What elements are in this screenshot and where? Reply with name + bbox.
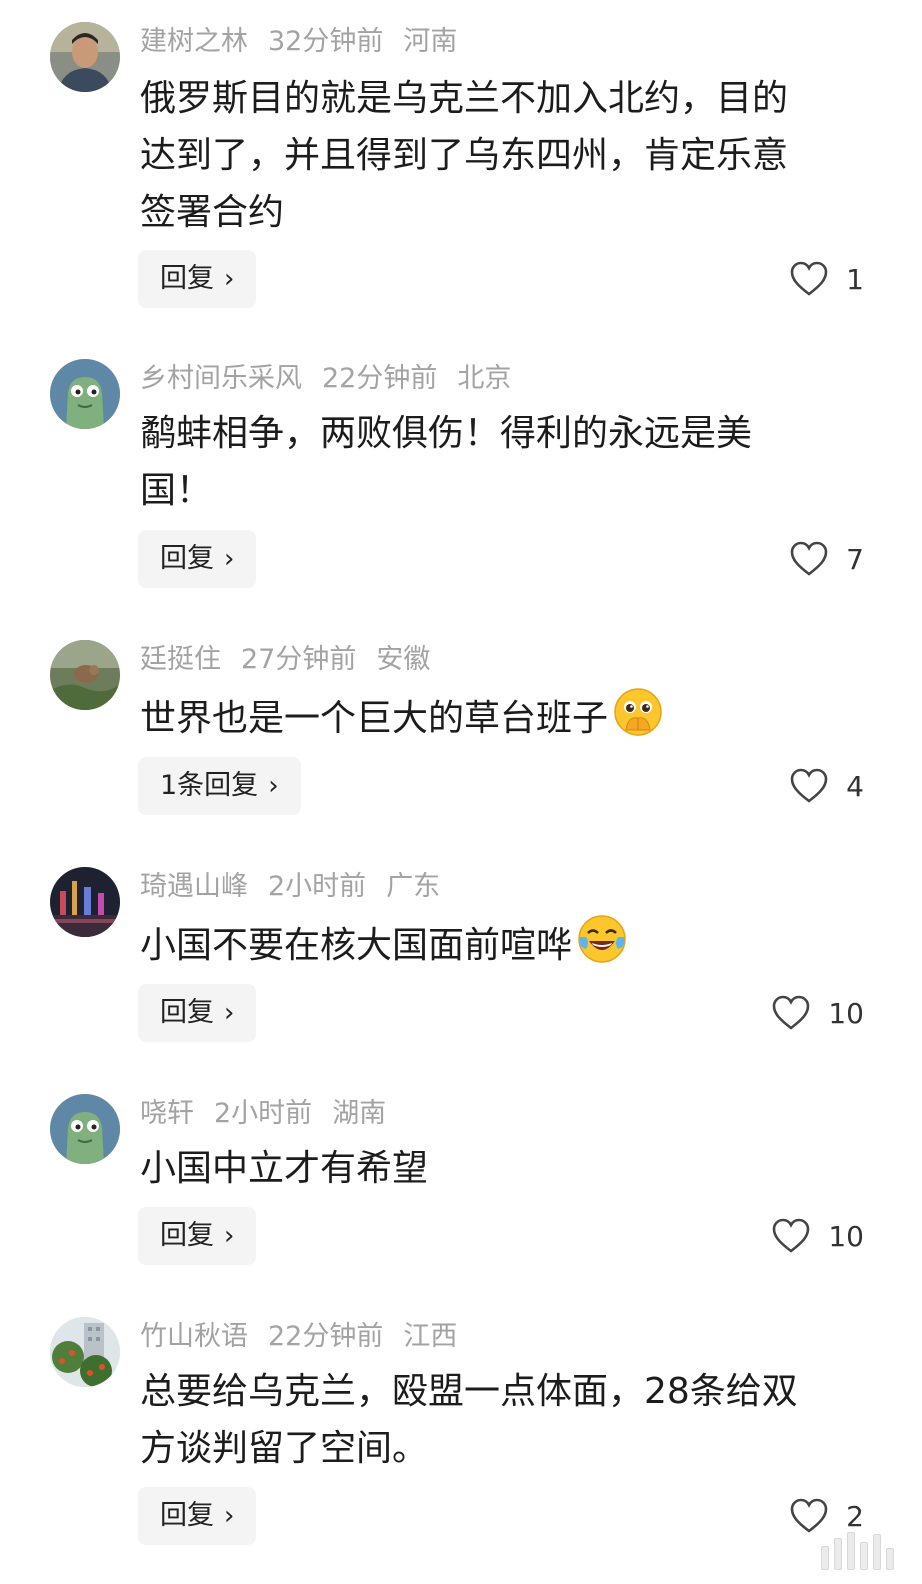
tears-of-joy-emoji-icon: [576, 913, 628, 965]
heart-icon: [790, 541, 828, 576]
like-button[interactable]: 1: [790, 259, 864, 299]
comment-text: 俄罗斯目的就是乌克兰不加入北约，目的 达到了，并且得到了乌东四州，肯定乐意 签署…: [140, 70, 875, 241]
like-button[interactable]: 10: [772, 1216, 864, 1256]
like-button[interactable]: 10: [772, 993, 864, 1033]
comment-line: 达到了，并且得到了乌东四州，肯定乐意: [140, 135, 789, 176]
comment-line: 小国不要在核大国面前喧哗: [140, 925, 573, 966]
like-button[interactable]: 4: [790, 766, 864, 806]
comment-meta: 琦遇山峰 2小时前 广东: [140, 869, 460, 905]
comment-text: 世界也是一个巨大的草台班子: [140, 686, 875, 747]
reply-button[interactable]: 1条回复 ›: [138, 757, 301, 815]
avatar[interactable]: [50, 1317, 120, 1387]
location: 江西: [403, 1321, 458, 1352]
timestamp: 22分钟前: [268, 1321, 384, 1352]
comment-line: 世界也是一个巨大的草台班子: [140, 698, 609, 739]
like-count: 1: [846, 262, 864, 296]
comment-line-wrap: 世界也是一个巨大的草台班子: [140, 686, 875, 747]
timestamp: 22分钟前: [322, 363, 438, 394]
username[interactable]: 建树之林: [140, 26, 248, 57]
comment-line: 总要给乌克兰，殴盟一点体面，28条给双: [140, 1371, 798, 1412]
reply-label: 1条回复: [160, 770, 259, 801]
username[interactable]: 竹山秋语: [140, 1321, 248, 1352]
comment-text: 小国中立才有希望: [140, 1140, 875, 1197]
watermark-logo: [821, 1530, 894, 1570]
like-count: 10: [828, 1219, 864, 1253]
timestamp: 2小时前: [268, 871, 367, 902]
comment-text: 鹬蚌相争，两败俱伤！得利的永远是美 国！: [140, 405, 875, 519]
heart-icon: [773, 995, 810, 1030]
pleading-hands-emoji-icon: [612, 686, 664, 738]
location: 湖南: [332, 1098, 387, 1129]
avatar[interactable]: [50, 359, 120, 429]
location: 河南: [403, 26, 458, 57]
like-count: 10: [828, 996, 864, 1030]
location: 广东: [386, 871, 441, 902]
comment-line: 签署合约: [140, 192, 285, 233]
chevron-right-icon: ›: [224, 264, 235, 294]
like-count: 2: [846, 1499, 864, 1533]
location: 北京: [457, 363, 512, 394]
heart-icon: [790, 768, 828, 803]
comment-text: 小国不要在核大国面前喧哗: [140, 913, 875, 974]
chevron-right-icon: ›: [224, 998, 235, 1028]
username[interactable]: 哓轩: [140, 1098, 194, 1129]
reply-button[interactable]: 回复 ›: [138, 530, 257, 588]
avatar[interactable]: [50, 867, 120, 937]
reply-label: 回复: [160, 1220, 214, 1251]
timestamp: 27分钟前: [241, 644, 357, 675]
reply-button[interactable]: 回复 ›: [138, 250, 257, 308]
comment-line-wrap: 小国不要在核大国面前喧哗: [140, 913, 875, 974]
avatar[interactable]: [50, 1094, 120, 1164]
comment-line: 方谈判留了空间。: [140, 1428, 429, 1469]
reply-label: 回复: [160, 543, 214, 574]
comment-meta: 廷挺住 27分钟前 安徽: [140, 642, 450, 678]
username[interactable]: 乡村间乐采风: [140, 363, 302, 394]
comment-meta: 建树之林 32分钟前 河南: [140, 24, 477, 60]
timestamp: 2小时前: [214, 1098, 313, 1129]
reply-label: 回复: [160, 997, 214, 1028]
comment-line: 国！: [140, 470, 213, 511]
username[interactable]: 廷挺住: [140, 644, 221, 675]
heart-icon: [790, 1498, 828, 1533]
chevron-right-icon: ›: [224, 1221, 235, 1251]
heart-icon: [790, 261, 828, 296]
reply-button[interactable]: 回复 ›: [138, 1207, 257, 1265]
reply-label: 回复: [160, 1500, 214, 1531]
timestamp: 32分钟前: [268, 26, 384, 57]
reply-button[interactable]: 回复 ›: [138, 1487, 257, 1545]
location: 安徽: [376, 644, 431, 675]
username[interactable]: 琦遇山峰: [140, 871, 248, 902]
chevron-right-icon: ›: [224, 1501, 235, 1531]
comment-line: 鹬蚌相争，两败俱伤！得利的永远是美: [140, 413, 753, 454]
comment-meta: 竹山秋语 22分钟前 江西: [140, 1319, 477, 1355]
comment-line: 俄罗斯目的就是乌克兰不加入北约，目的: [140, 78, 789, 119]
avatar[interactable]: [50, 640, 120, 710]
reply-button[interactable]: 回复 ›: [138, 984, 257, 1042]
like-count: 4: [846, 769, 864, 803]
comment-meta: 哓轩 2小时前 湖南: [140, 1096, 406, 1132]
like-count: 7: [846, 542, 864, 576]
like-button[interactable]: 7: [790, 539, 864, 579]
heart-icon: [773, 1218, 810, 1253]
comment-meta: 乡村间乐采风 22分钟前 北京: [140, 361, 531, 397]
reply-label: 回复: [160, 263, 214, 294]
chevron-right-icon: ›: [268, 771, 279, 801]
comment-text: 总要给乌克兰，殴盟一点体面，28条给双 方谈判留了空间。: [140, 1363, 875, 1477]
comment-line: 小国中立才有希望: [140, 1148, 429, 1189]
avatar[interactable]: [50, 22, 120, 92]
chevron-right-icon: ›: [224, 544, 235, 574]
